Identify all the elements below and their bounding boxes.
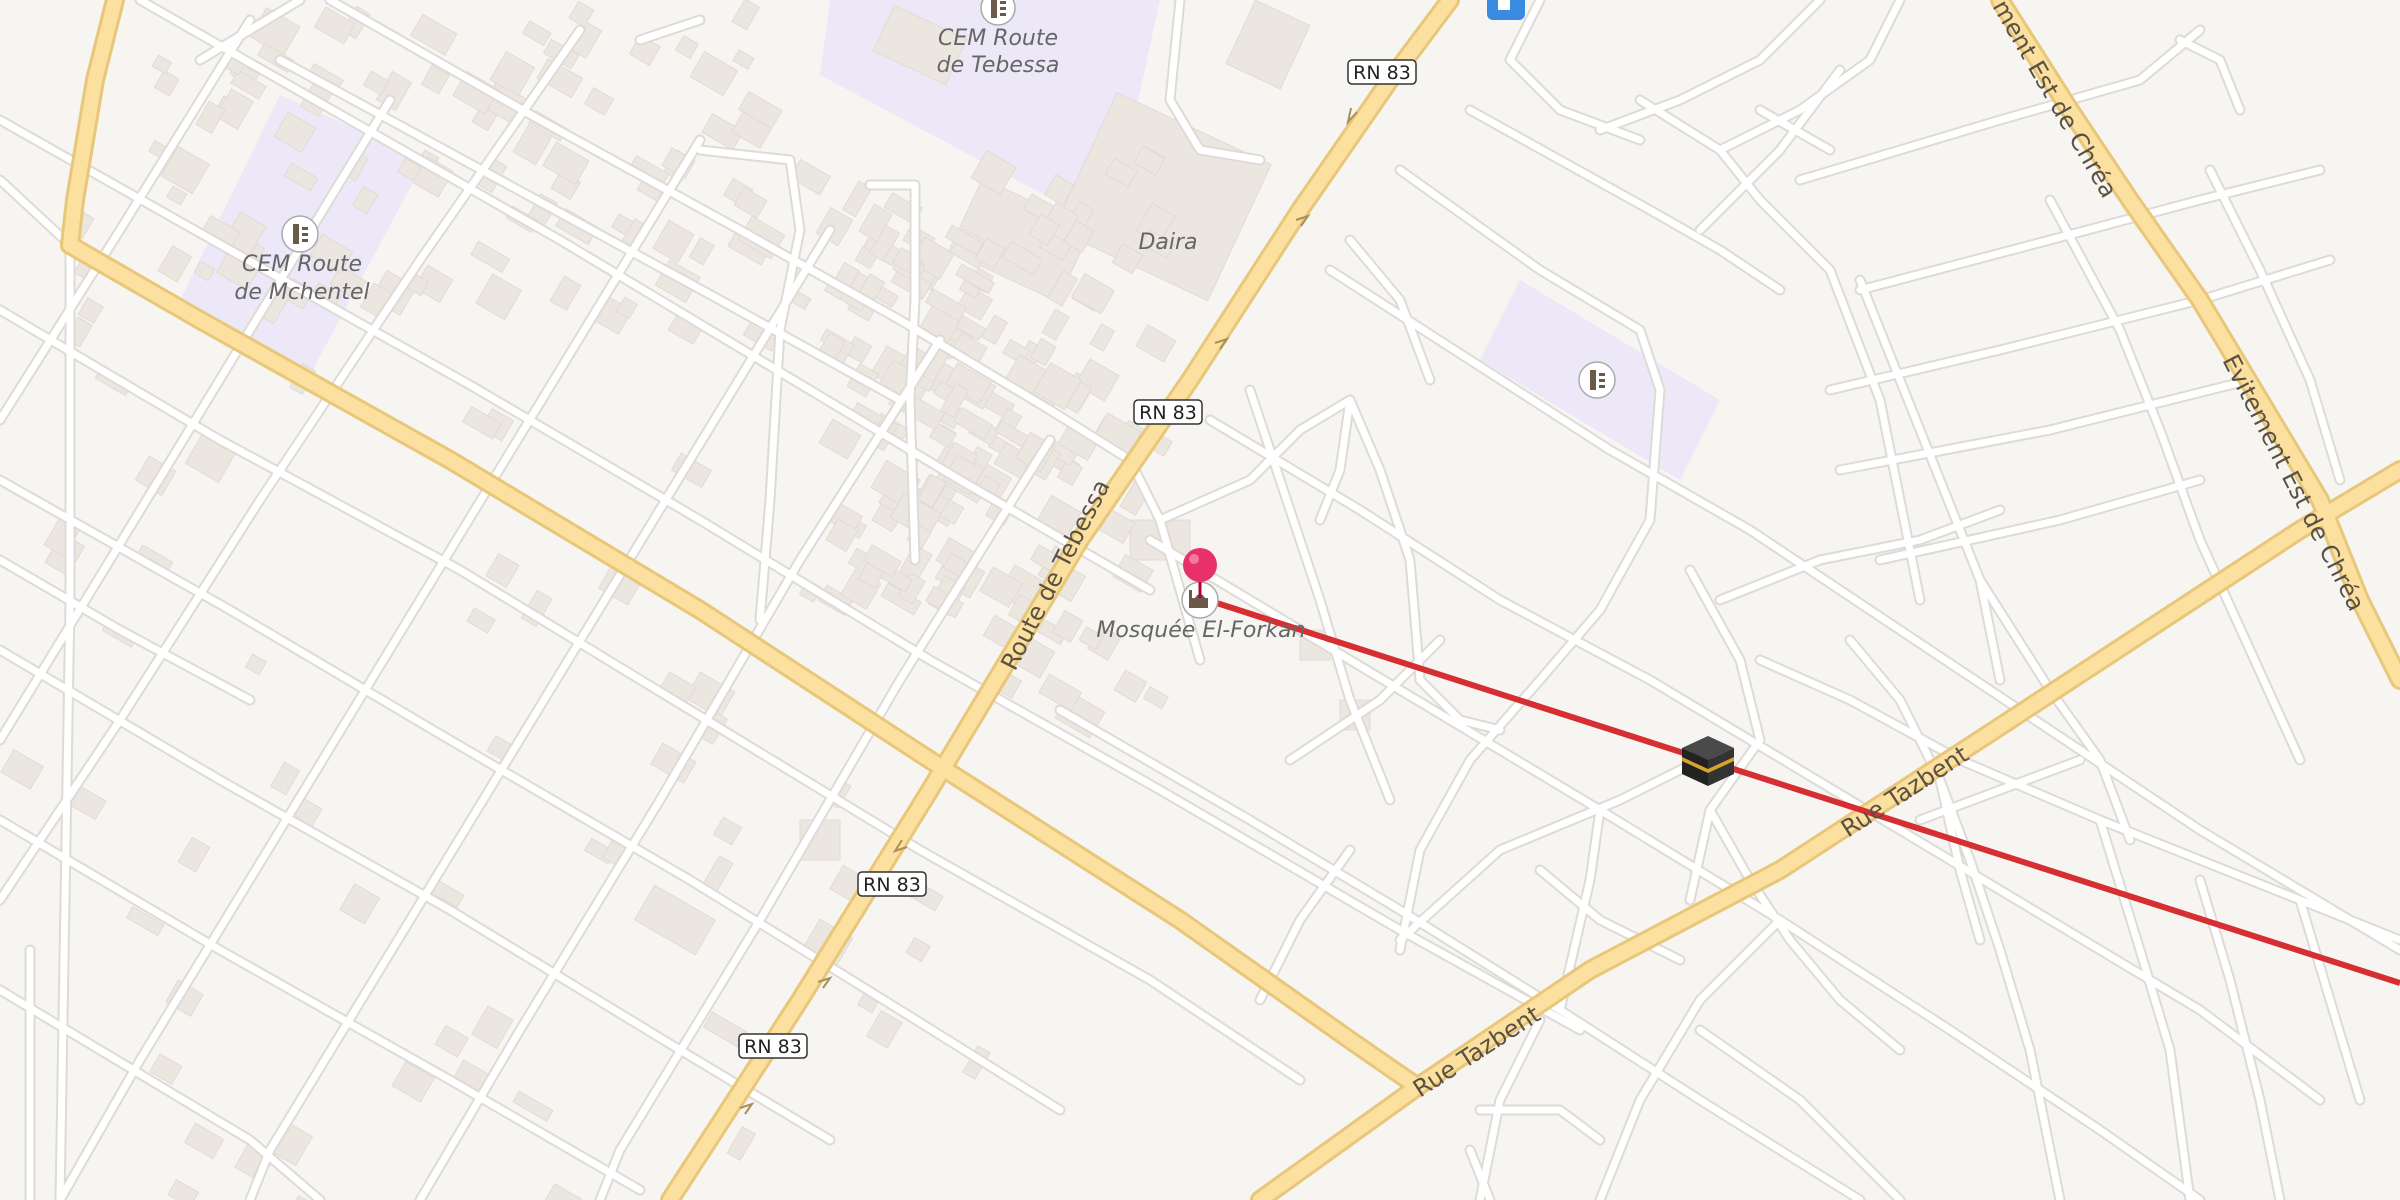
road-shield-2: RN 83	[1133, 399, 1203, 425]
map-view[interactable]: RN 83 RN 83 RN 83 RN 83 Route de Tebessa…	[0, 0, 2400, 1200]
fuel-station-icon[interactable]	[1487, 0, 1525, 20]
qibla-direction-line	[1197, 594, 2400, 986]
svg-text:RN 83: RN 83	[1139, 402, 1197, 424]
place-label-mosque: Mosquée El-Forkan	[1096, 618, 1305, 643]
place-label-line2: de Mchentel	[234, 280, 369, 305]
road-shield-4: RN 83	[738, 1033, 808, 1059]
place-label-line1: CEM Route	[242, 252, 362, 277]
road-shield-3: RN 83	[857, 871, 927, 897]
school-icon	[281, 215, 319, 253]
place-label-line1: CEM Route	[938, 26, 1058, 51]
place-label-line2: de Tebessa	[937, 53, 1060, 78]
place-label-daira: Daira	[1138, 230, 1197, 255]
svg-text:RN 83: RN 83	[744, 1036, 802, 1058]
road-shield-1: RN 83	[1347, 59, 1417, 85]
road-label-evitement-2: ment Est de Chréa	[1987, 0, 2123, 203]
school-icon[interactable]	[1578, 361, 1616, 399]
svg-text:RN 83: RN 83	[1353, 62, 1411, 84]
svg-text:RN 83: RN 83	[863, 874, 921, 896]
